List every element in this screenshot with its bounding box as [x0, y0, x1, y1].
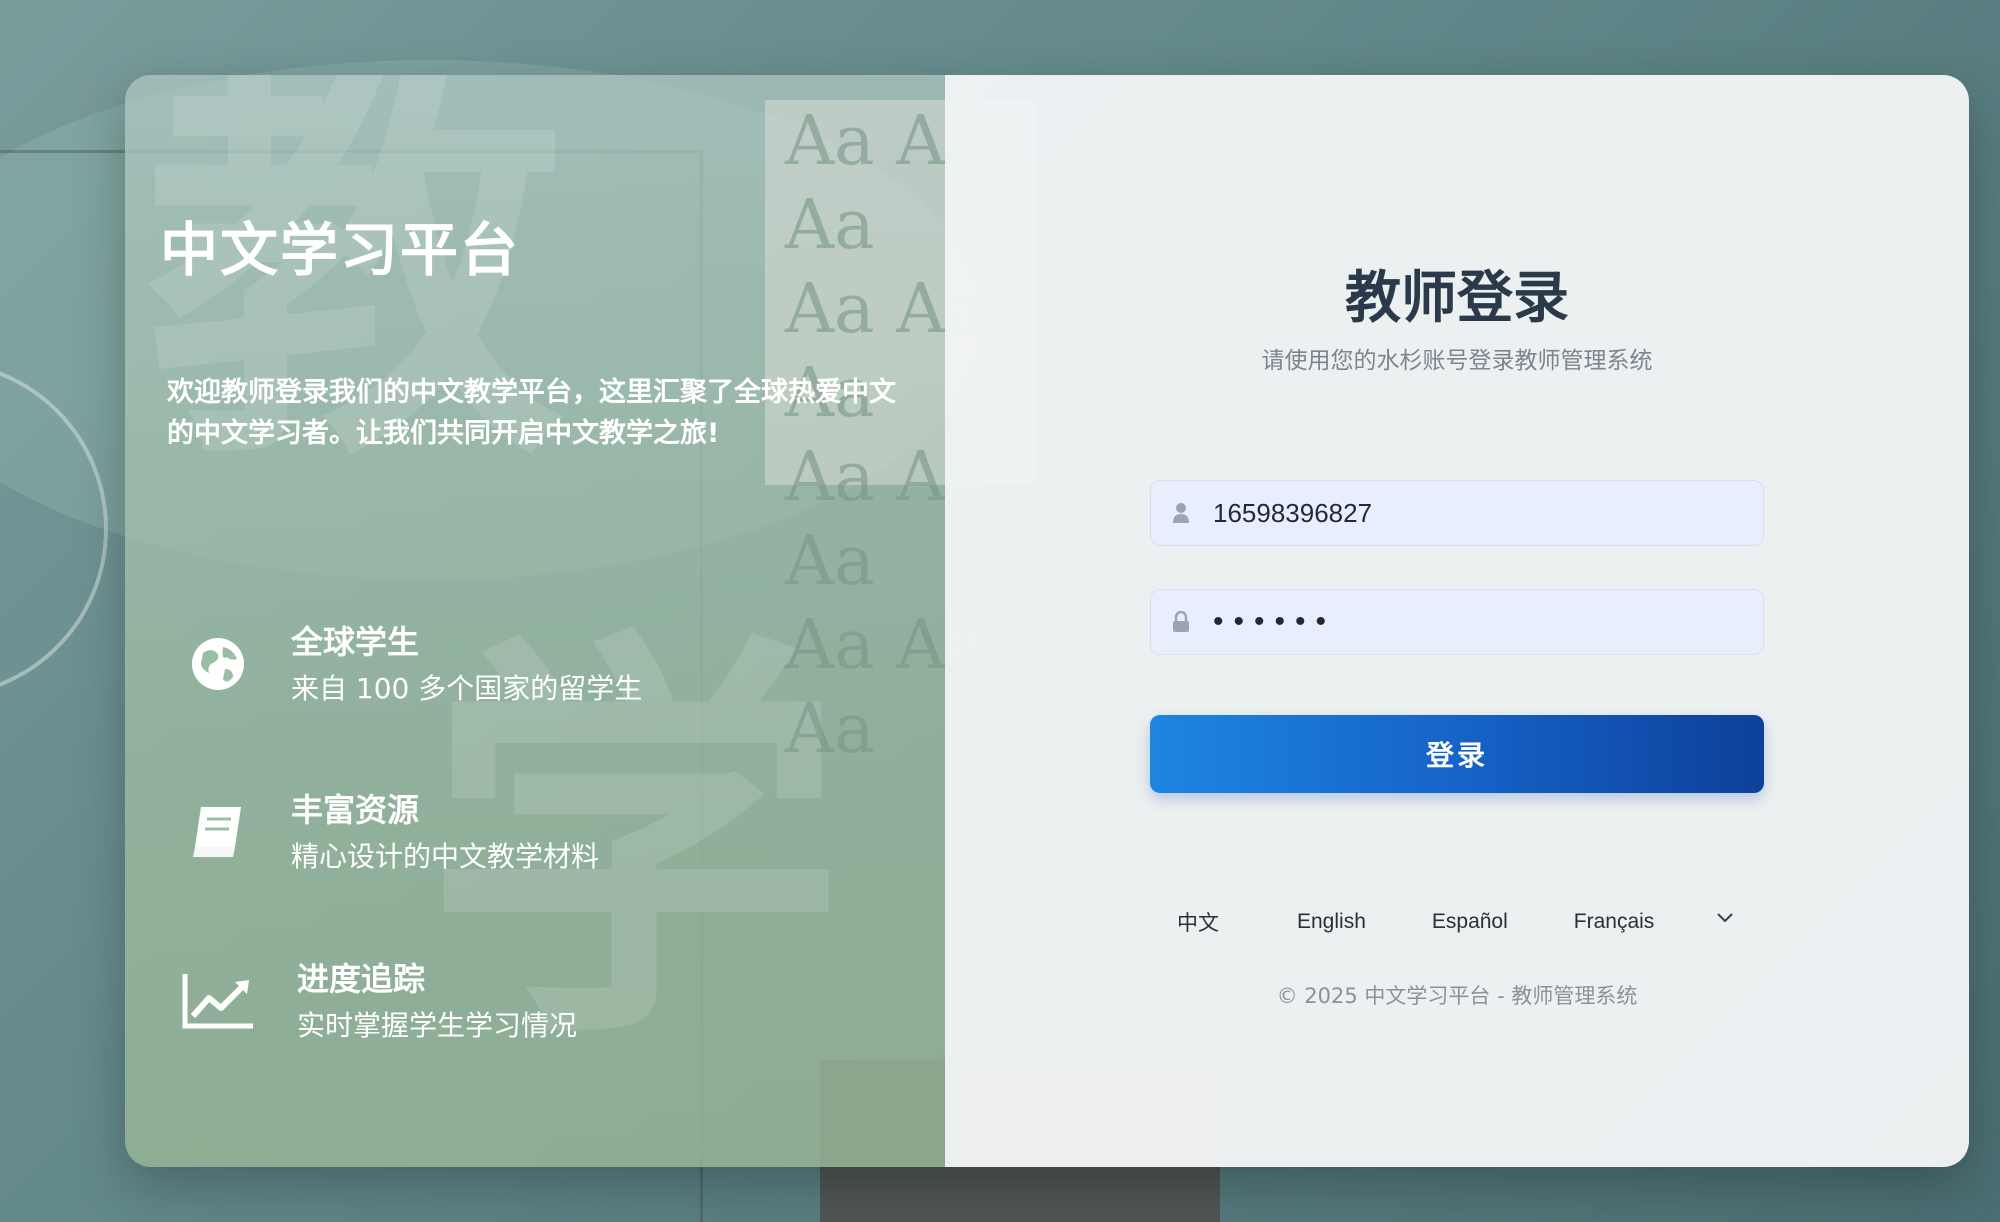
language-option-zh[interactable]: 中文 — [1165, 907, 1231, 937]
username-input[interactable] — [1211, 482, 1735, 544]
feature-item-progress-tracking: 进度追踪 实时掌握学生学习情况 — [180, 957, 577, 1049]
login-button[interactable]: 登录 — [1150, 715, 1764, 793]
globe-icon — [180, 626, 255, 701]
language-option-en[interactable]: English — [1285, 910, 1378, 934]
feature-title: 丰富资源 — [291, 791, 420, 829]
chevron-down-icon[interactable] — [1716, 909, 1734, 928]
book-icon — [180, 794, 255, 869]
login-subtitle: 请使用您的水杉账号登录教师管理系统 — [1261, 348, 1653, 374]
copyright-text: © 2025 中文学习平台 - 教师管理系统 — [1276, 984, 1638, 1008]
brand-title: 中文学习平台 — [160, 216, 521, 284]
user-icon — [1151, 502, 1211, 524]
feature-desc: 实时掌握学生学习情况 — [297, 1009, 578, 1042]
welcome-text: 欢迎教师登录我们的中文教学平台，这里汇聚了全球热爱中文的中文学习者。让我们共同开… — [167, 377, 896, 449]
password-input[interactable] — [1211, 591, 1735, 653]
password-field[interactable] — [1150, 589, 1764, 655]
feature-desc: 来自 100 多个国家的留学生 — [291, 672, 643, 705]
feature-desc: 精心设计的中文教学材料 — [291, 840, 600, 873]
feature-title: 进度追踪 — [297, 960, 426, 998]
chart-line-icon — [180, 963, 255, 1038]
lock-icon — [1151, 611, 1211, 633]
feature-item-rich-resources: 丰富资源 精心设计的中文教学材料 — [180, 788, 599, 880]
login-panel: 教师登录 请使用您的水杉账号登录教师管理系统 登录 中文 — [945, 75, 1969, 1167]
language-selector: 中文 English Español Français — [1150, 895, 1764, 949]
username-field[interactable] — [1150, 480, 1764, 546]
intro-panel: 教 学 Aa Aa Aa Aa Aa Aa Aa Aa Aa Aa Aa Aa 中文学… — [125, 75, 1035, 1167]
feature-item-global-students: 全球学生 来自 100 多个国家的留学生 — [180, 620, 642, 712]
feature-title: 全球学生 — [291, 623, 420, 661]
login-card: 教 学 Aa Aa Aa Aa Aa Aa Aa Aa Aa Aa Aa Aa 中文学… — [125, 75, 1969, 1167]
language-option-fr[interactable]: Français — [1562, 910, 1667, 934]
language-option-es[interactable]: Español — [1420, 910, 1520, 934]
login-title: 教师登录 — [1345, 266, 1569, 331]
